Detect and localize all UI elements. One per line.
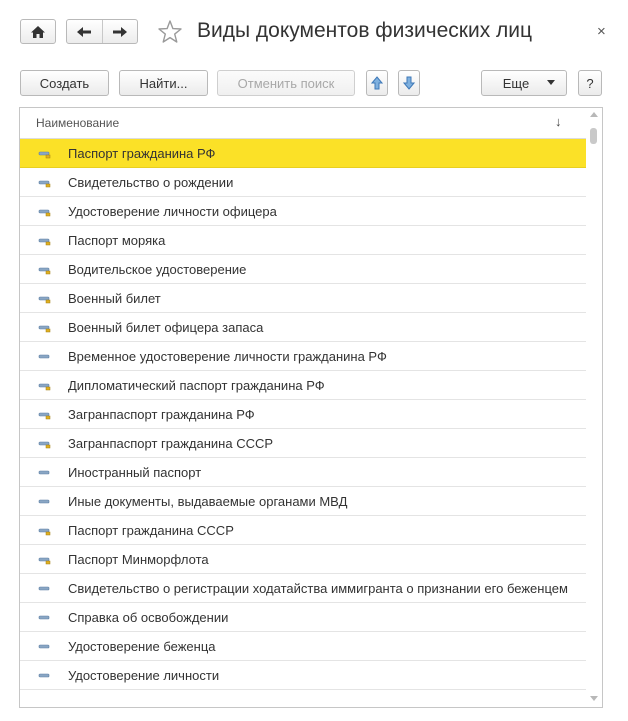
table-row[interactable]: Свидетельство о рождении	[20, 168, 586, 197]
row-label: Удостоверение личности офицера	[68, 204, 277, 219]
history-navigation	[66, 19, 138, 44]
predefined-item-icon	[38, 412, 51, 420]
table-row[interactable]: Справка об освобождении	[20, 603, 586, 632]
table-row[interactable]: Военный билет	[20, 284, 586, 313]
predefined-item-icon	[38, 296, 51, 304]
table-header[interactable]: Наименование ↓	[20, 108, 586, 139]
row-label: Свидетельство о рождении	[68, 175, 234, 190]
row-label: Паспорт гражданина СССР	[68, 523, 234, 538]
row-label: Свидетельство о регистрации ходатайства …	[68, 581, 568, 596]
table-row[interactable]: Удостоверение беженца	[20, 632, 586, 661]
row-label: Военный билет офицера запаса	[68, 320, 264, 335]
arrow-left-icon	[77, 26, 92, 37]
chevron-down-icon	[547, 80, 555, 85]
home-button[interactable]	[20, 19, 56, 44]
item-icon	[38, 644, 50, 649]
row-label: Паспорт моряка	[68, 233, 166, 248]
help-button[interactable]: ?	[578, 70, 602, 96]
table-row[interactable]: Удостоверение личности офицера	[20, 197, 586, 226]
scrollbar-thumb[interactable]	[590, 128, 597, 144]
column-header-name[interactable]: Наименование	[36, 116, 119, 130]
table-row[interactable]: Паспорт гражданина СССР	[20, 516, 586, 545]
row-label: Паспорт Минморфлота	[68, 552, 209, 567]
arrow-up-icon	[371, 76, 383, 90]
home-icon	[31, 25, 45, 38]
predefined-item-icon	[38, 325, 51, 333]
find-button[interactable]: Найти...	[119, 70, 208, 96]
row-label: Паспорт гражданина РФ	[68, 146, 216, 161]
arrow-right-icon	[112, 26, 127, 37]
table-row[interactable]: Военный билет офицера запаса	[20, 313, 586, 342]
row-label: Загранпаспорт гражданина СССР	[68, 436, 274, 451]
item-icon	[38, 673, 50, 678]
sort-arrow-icon: ↓	[555, 114, 562, 129]
back-button[interactable]	[67, 20, 103, 43]
table-row[interactable]: Иностранный паспорт	[20, 458, 586, 487]
predefined-item-icon	[38, 528, 51, 536]
row-label: Справка об освобождении	[68, 610, 229, 625]
predefined-item-icon	[38, 209, 51, 217]
more-menu-button[interactable]: Еще	[481, 70, 567, 96]
star-icon[interactable]	[157, 19, 183, 45]
title-bar: Виды документов физических лиц ×	[0, 0, 628, 62]
close-icon[interactable]: ×	[597, 24, 606, 39]
predefined-item-icon	[38, 383, 51, 391]
scroll-down-icon[interactable]	[590, 696, 598, 701]
cancel-search-button[interactable]: Отменить поиск	[217, 70, 355, 96]
create-button[interactable]: Создать	[20, 70, 109, 96]
item-icon	[38, 499, 50, 504]
table-row[interactable]: Дипломатический паспорт гражданина РФ	[20, 371, 586, 400]
predefined-item-icon	[38, 557, 51, 565]
row-label: Дипломатический паспорт гражданина РФ	[68, 378, 325, 393]
row-label: Удостоверение личности	[68, 668, 220, 683]
table-row[interactable]: Паспорт Минморфлота	[20, 545, 586, 574]
item-icon	[38, 354, 50, 359]
vertical-scrollbar[interactable]	[586, 108, 602, 707]
row-label: Водительское удостоверение	[68, 262, 247, 277]
table-row[interactable]: Временное удостоверение личности граждан…	[20, 342, 586, 371]
scroll-up-icon[interactable]	[590, 112, 598, 117]
row-label: Военный билет	[68, 291, 161, 306]
forward-button[interactable]	[103, 20, 138, 43]
row-label: Временное удостоверение личности граждан…	[68, 349, 387, 364]
predefined-item-icon	[38, 267, 51, 275]
table-row[interactable]: Свидетельство о регистрации ходатайства …	[20, 574, 586, 603]
row-label: Удостоверение беженца	[68, 639, 216, 654]
table-body: Паспорт гражданина РФ Свидетельство о рож…	[20, 139, 586, 690]
arrow-down-icon	[403, 76, 415, 90]
row-label: Иностранный паспорт	[68, 465, 202, 480]
item-icon	[38, 470, 50, 475]
row-label: Загранпаспорт гражданина РФ	[68, 407, 255, 422]
item-icon	[38, 586, 50, 591]
predefined-item-icon	[38, 151, 51, 159]
item-icon	[38, 615, 50, 620]
table-row[interactable]: Водительское удостоверение	[20, 255, 586, 284]
more-menu-label: Еще	[502, 75, 530, 91]
predefined-item-icon	[38, 441, 51, 449]
page-title: Виды документов физических лиц	[197, 19, 533, 42]
predefined-item-icon	[38, 238, 51, 246]
table-row[interactable]: Загранпаспорт гражданина РФ	[20, 400, 586, 429]
row-label: Иные документы, выдаваемые органами МВД	[68, 494, 348, 509]
document-types-table: Наименование ↓ Паспорт гражданина РФ Свид…	[19, 107, 603, 708]
table-row[interactable]: Паспорт моряка	[20, 226, 586, 255]
table-row[interactable]: Удостоверение личности	[20, 661, 586, 690]
table-row[interactable]: Паспорт гражданина РФ	[20, 139, 586, 168]
move-up-button[interactable]	[366, 70, 388, 96]
predefined-item-icon	[38, 180, 51, 188]
table-row[interactable]: Иные документы, выдаваемые органами МВД	[20, 487, 586, 516]
move-down-button[interactable]	[398, 70, 420, 96]
table-row[interactable]: Загранпаспорт гражданина СССР	[20, 429, 586, 458]
